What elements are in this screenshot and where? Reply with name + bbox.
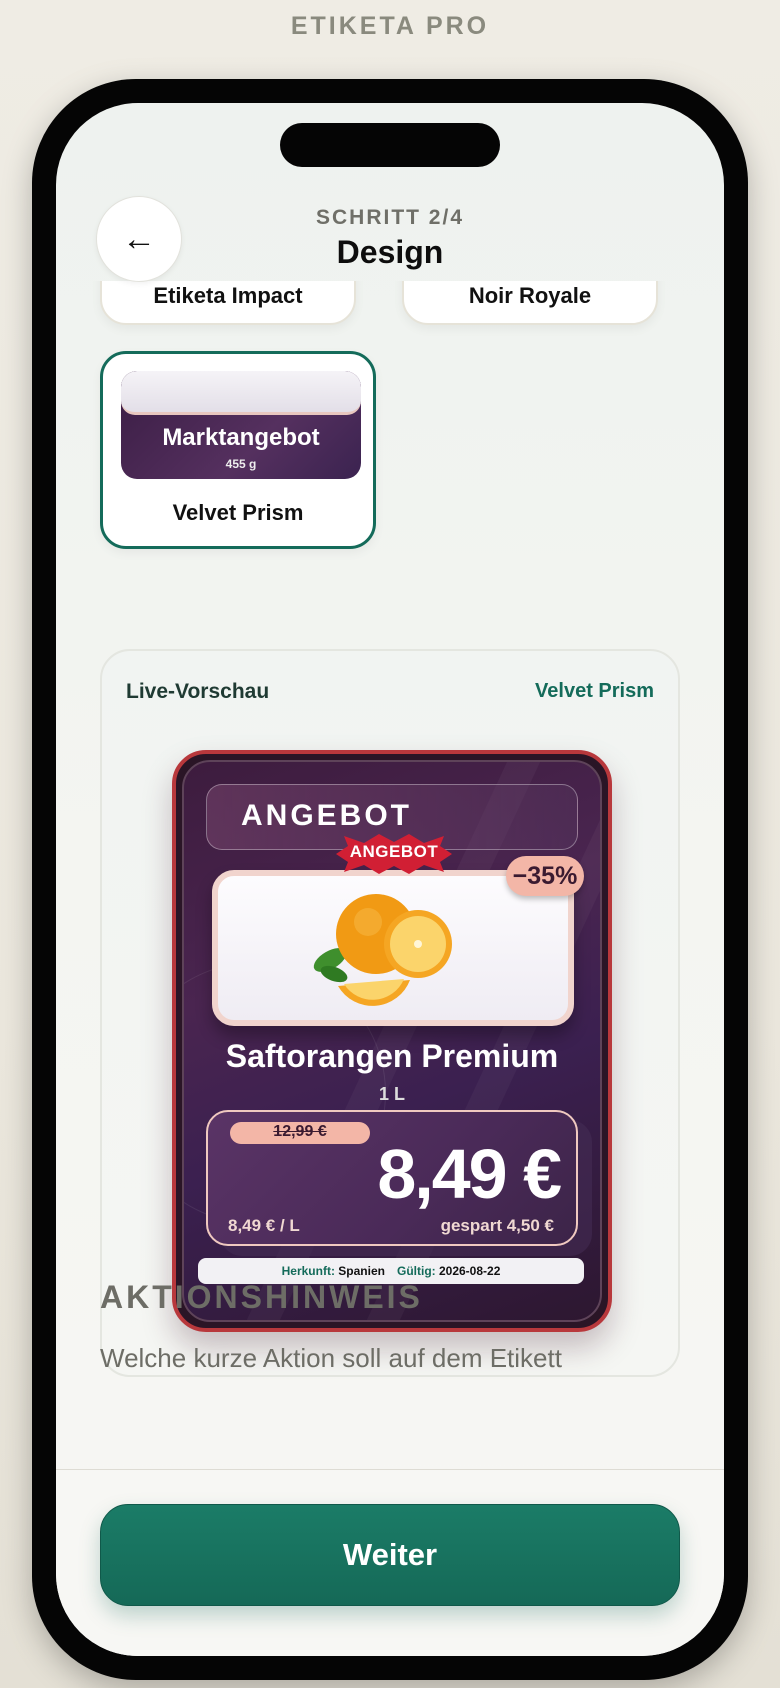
current-price: 8,49 € [377, 1135, 562, 1213]
price-box: 12,99 € 8,49 € 8,49 € / L gespart 4,50 € [206, 1110, 578, 1246]
thumbnail-title: Marktangebot [162, 424, 320, 451]
product-quantity: 1 L [378, 1084, 405, 1104]
app-brand: ETIKETA PRO [290, 12, 490, 40]
old-price-pill: 12,99 € [230, 1122, 370, 1144]
template-card-noir-royale[interactable]: Noir Royale [402, 281, 658, 325]
section-title: AKTIONSHINWEIS [100, 1279, 423, 1315]
template-name: Etiketa Impact [153, 283, 303, 308]
discount-badge: −35% [506, 856, 584, 896]
burst-text: ANGEBOT [349, 842, 439, 861]
thumbnail-image-area [121, 371, 361, 415]
offer-burst-badge: ANGEBOT [334, 834, 454, 874]
dynamic-island [280, 123, 500, 167]
template-thumbnail: Marktangebot 455 g [121, 371, 361, 479]
live-preview-label: Live-Vorschau [126, 680, 270, 703]
valid-value: 2026-08-22 [438, 1264, 501, 1278]
screen: Etiketa Impact Noir Royale Marktangebot … [56, 103, 724, 1656]
label-body: ANGEBOT ANGEBOT −35% Saftorangen Premium… [182, 760, 602, 1322]
template-name: Velvet Prism [172, 500, 304, 525]
continue-button[interactable]: Weiter [100, 1504, 680, 1606]
page-title: Design [336, 234, 444, 270]
template-name: Noir Royale [468, 283, 592, 308]
savings-text: gespart 4,50 € [440, 1216, 554, 1235]
template-card-velvet-prism[interactable]: Marktangebot 455 g Velvet Prism [100, 351, 376, 549]
thumbnail-subtitle: 455 g [225, 457, 257, 471]
origin-info: Herkunft: Spanien [282, 1264, 385, 1278]
valid-key: Gültig: [396, 1264, 436, 1278]
old-price: 12,99 € [273, 1123, 327, 1140]
origin-key: Herkunft: [281, 1264, 335, 1278]
design-scroll-area[interactable]: Etiketa Impact Noir Royale Marktangebot … [56, 281, 724, 1552]
product-name: Saftorangen Premium [225, 1038, 559, 1074]
phone-frame: Etiketa Impact Noir Royale Marktangebot … [32, 79, 748, 1680]
unit-price: 8,49 € / L [228, 1216, 300, 1235]
section-question: Welche kurze Aktion soll auf dem Etikett [100, 1343, 562, 1373]
valid-info: Gültig: 2026-08-22 [397, 1264, 500, 1278]
origin-value: Spanien [338, 1264, 385, 1278]
label-header-text: ANGEBOT [241, 799, 412, 832]
template-card-etiketa-impact[interactable]: Etiketa Impact [100, 281, 356, 325]
live-preview-panel: Live-Vorschau Velvet Prism ANGEBOT ANGEB… [100, 649, 680, 1377]
price-label-preview: ANGEBOT ANGEBOT −35% Saftorangen Premium… [172, 750, 612, 1332]
discount-text: −35% [512, 862, 578, 890]
current-design-name: Velvet Prism [535, 680, 654, 702]
orange-product-icon [313, 894, 452, 1006]
step-indicator: SCHRITT 2/4 [315, 206, 465, 229]
